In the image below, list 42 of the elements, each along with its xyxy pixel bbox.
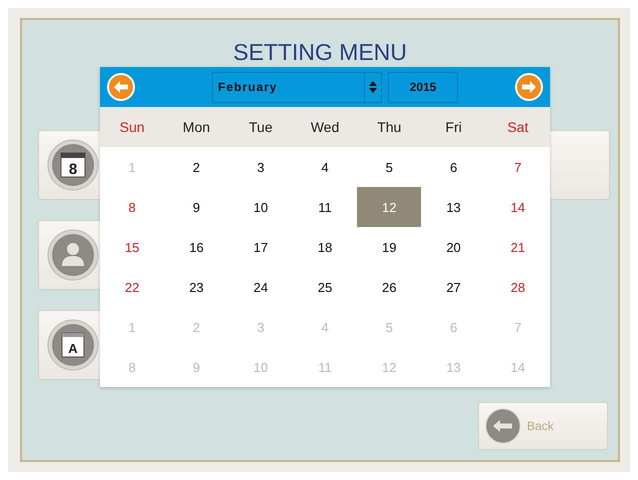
day-cell[interactable]: 5 (357, 147, 422, 187)
day-cell[interactable]: 27 (421, 267, 486, 307)
day-cell[interactable]: 9 (164, 187, 229, 227)
day-cell[interactable]: 12 (357, 187, 422, 227)
day-cell[interactable]: 7 (486, 147, 550, 187)
day-cell[interactable]: 18 (292, 227, 358, 267)
screen-title: SETTING MENU (232, 38, 408, 66)
weekday-label: Wed (310, 119, 340, 135)
weekday-label: Thu (376, 119, 402, 135)
day-cell[interactable]: 10 (228, 187, 293, 227)
right-arrow-button[interactable] (515, 73, 543, 101)
weekday-label: Sat (506, 119, 530, 135)
day-cell[interactable]: 14 (486, 187, 550, 227)
day-cell[interactable]: 16 (164, 227, 229, 267)
month-dropdown[interactable]: February (212, 72, 382, 102)
left-arrow-button[interactable] (107, 73, 135, 101)
day-cell[interactable]: 8 (100, 187, 164, 227)
day-cell[interactable]: 4 (292, 147, 358, 187)
day-cell[interactable]: 19 (357, 227, 422, 267)
weekday-label: Fri (444, 119, 463, 135)
day-cell[interactable]: 15 (100, 227, 164, 267)
calendar-icon-number: 8 (68, 161, 78, 178)
day-cell[interactable]: 24 (228, 267, 293, 307)
year-field[interactable]: 2015 (388, 72, 458, 102)
weekday-label: Sun (118, 119, 146, 135)
day-cell[interactable]: 28 (486, 267, 550, 307)
icon-letter: A (68, 341, 78, 356)
weekday-label: Mon (182, 119, 212, 135)
day-cell[interactable]: 26 (357, 267, 422, 307)
day-cell[interactable]: 2 (164, 147, 229, 187)
day-cell[interactable]: 22 (100, 267, 164, 307)
day-cell[interactable]: 25 (292, 267, 358, 307)
day-cell[interactable]: 3 (228, 147, 293, 187)
day-cell[interactable]: 23 (164, 267, 229, 307)
weekday-label: Tue (248, 119, 274, 135)
day-cell[interactable]: 6 (421, 147, 486, 187)
day-cell[interactable]: 11 (292, 187, 358, 227)
day-cell[interactable]: 17 (228, 227, 293, 267)
person-icon (48, 230, 98, 280)
day-cell[interactable]: 20 (421, 227, 486, 267)
day-cell[interactable]: 21 (486, 227, 550, 267)
day-cell[interactable]: 13 (421, 187, 486, 227)
